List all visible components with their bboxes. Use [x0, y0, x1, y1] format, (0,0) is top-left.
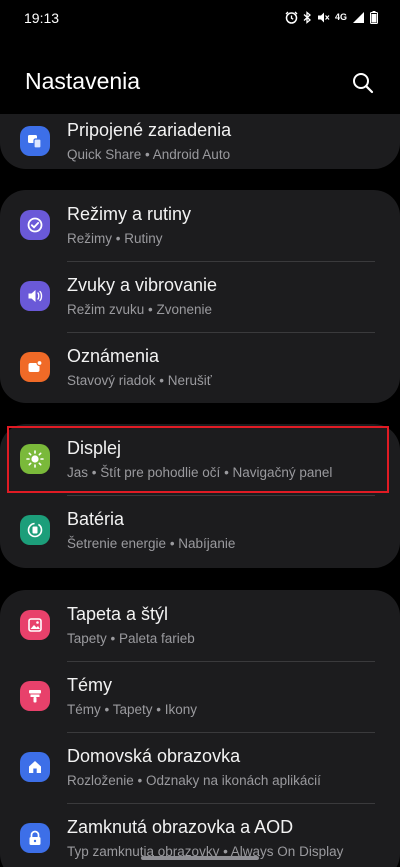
status-time: 19:13	[24, 10, 60, 26]
settings-card-general: Režimy a rutiny Režimy • Rutiny Zvuky a …	[0, 190, 400, 403]
network-type-label: 4G	[334, 12, 347, 22]
search-button[interactable]	[346, 66, 380, 100]
bluetooth-icon	[303, 11, 311, 24]
sound-icon	[20, 281, 50, 311]
notifications-icon	[20, 352, 50, 382]
settings-item-title: Domovská obrazovka	[67, 746, 241, 766]
status-icons: 4G	[285, 11, 378, 24]
home-screen-icon	[20, 752, 50, 782]
settings-item-title: Batéria	[67, 509, 125, 529]
settings-item-battery[interactable]: Batéria Šetrenie energie • Nabíjanie	[0, 495, 400, 566]
settings-item-title: Témy	[67, 675, 112, 695]
alarm-icon	[285, 11, 298, 24]
settings-item-subtitle: Šetrenie energie • Nabíjanie	[67, 536, 236, 551]
highlight-box	[7, 426, 389, 493]
settings-card-personalization: Tapeta a štýl Tapety • Paleta farieb Tém…	[0, 590, 400, 867]
signal-icon	[353, 12, 364, 23]
settings-item-subtitle: Stavový riadok • Nerušiť	[67, 373, 212, 388]
mute-icon	[317, 12, 330, 23]
settings-item-subtitle: Tapety • Paleta farieb	[67, 631, 195, 646]
battery-icon	[20, 515, 50, 545]
settings-item-subtitle: Témy • Tapety • Ikony	[67, 702, 198, 717]
status-bar: 19:13 4G	[0, 0, 400, 36]
settings-item-modes-routines[interactable]: Režimy a rutiny Režimy • Rutiny	[0, 190, 400, 261]
settings-card-connections: Pripojené zariadenia Quick Share • Andro…	[0, 114, 400, 169]
settings-item-themes[interactable]: Témy Témy • Tapety • Ikony	[0, 661, 400, 732]
header: Nastavenia	[0, 60, 400, 104]
settings-item-home-screen[interactable]: Domovská obrazovka Rozloženie • Odznaky …	[0, 732, 400, 803]
settings-item-subtitle: Quick Share • Android Auto	[67, 147, 231, 162]
settings-item-sounds[interactable]: Zvuky a vibrovanie Režim zvuku • Zvoneni…	[0, 261, 400, 332]
modes-routines-icon	[20, 210, 50, 240]
settings-item-title: Zvuky a vibrovanie	[67, 275, 218, 295]
lock-screen-icon	[20, 823, 50, 853]
connected-devices-icon	[20, 126, 50, 156]
settings-screen: 19:13 4G Nastavenia Pripojené zariadenia…	[0, 0, 400, 867]
settings-item-title: Tapeta a štýl	[67, 604, 169, 624]
page-title: Nastavenia	[25, 68, 141, 94]
search-icon	[353, 73, 374, 94]
battery-status-icon	[370, 11, 378, 24]
settings-item-subtitle: Rozloženie • Odznaky na ikonách aplikáci…	[67, 773, 321, 788]
settings-item-title: Oznámenia	[67, 346, 160, 366]
settings-item-title: Zamknutá obrazovka a AOD	[67, 817, 294, 837]
wallpaper-icon	[20, 610, 50, 640]
themes-icon	[20, 681, 50, 711]
settings-item-title: Režimy a rutiny	[67, 204, 192, 224]
settings-item-subtitle: Režim zvuku • Zvonenie	[67, 302, 213, 317]
settings-item-title: Pripojené zariadenia	[67, 120, 232, 140]
settings-item-wallpaper[interactable]: Tapeta a štýl Tapety • Paleta farieb	[0, 590, 400, 661]
settings-item-connected-devices[interactable]: Pripojené zariadenia Quick Share • Andro…	[0, 114, 400, 169]
settings-item-notifications[interactable]: Oznámenia Stavový riadok • Nerušiť	[0, 332, 400, 403]
gesture-navigation-handle[interactable]	[141, 856, 259, 860]
settings-item-subtitle: Režimy • Rutiny	[67, 231, 163, 246]
